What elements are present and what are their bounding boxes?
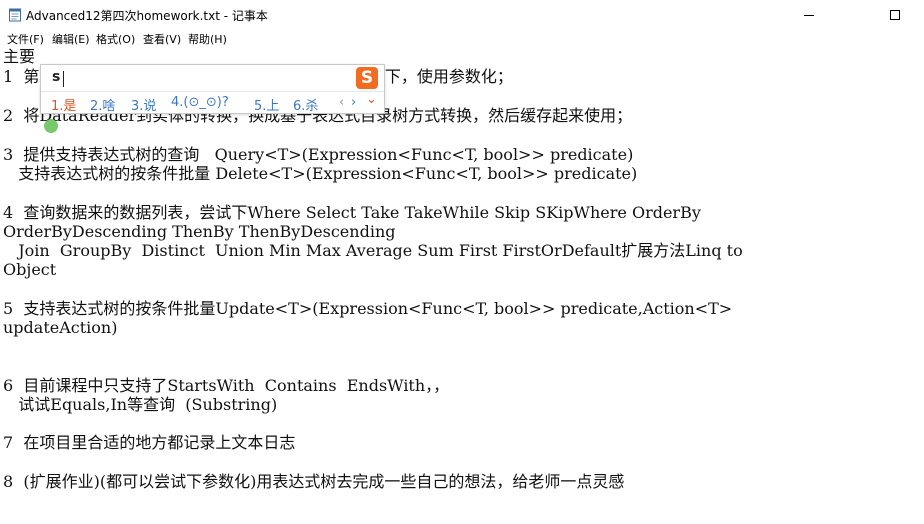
notepad-icon: [9, 8, 21, 22]
ime-candidate-window: s S 1.是 2.啥 3.说 4.(⊙_⊙)? 5.上 6.杀 ‹ › ⌄: [40, 64, 385, 114]
menu-format[interactable]: 格式(O): [96, 31, 135, 47]
text-line: 3 提供支持表达式树的查询 Query<T>(Expression<Func<T…: [3, 145, 634, 164]
ime-next-page-icon[interactable]: ›: [351, 95, 356, 110]
ime-composition-text: s: [52, 69, 61, 85]
text-line: Object: [3, 260, 57, 279]
ime-candidate[interactable]: 4.(⊙_⊙)?: [171, 95, 229, 110]
text-line: 4 查询数据来的数据列表，尝试下Where Select Take TakeWh…: [3, 203, 701, 222]
ime-candidate[interactable]: 6.杀: [293, 95, 318, 114]
sogou-logo-icon[interactable]: S: [356, 67, 378, 89]
text-line: 5 支持表达式树的按条件批量Update<T>(Expression<Func<…: [3, 299, 733, 318]
menu-edit[interactable]: 编辑(E): [52, 31, 90, 47]
text-line: 主要: [3, 47, 36, 66]
text-line: Join GroupBy Distinct Union Min Max Aver…: [3, 241, 743, 260]
text-line: 支持表达式树的按条件批量 Delete<T>(Expression<Func<T…: [3, 164, 638, 183]
text-line: OrderByDescending ThenBy ThenByDescendin…: [3, 222, 396, 241]
ime-candidate[interactable]: 5.上: [254, 95, 279, 114]
menu-view[interactable]: 查看(V): [143, 31, 181, 47]
mouse-cursor-indicator: [44, 119, 58, 133]
text-line: 试试Equals,In等查询 (Substring): [3, 395, 278, 414]
window-title: Advanced12第四次homework.txt - 记事本: [26, 9, 268, 23]
ime-prev-page-icon[interactable]: ‹: [339, 95, 344, 110]
menu-bar: 文件(F) 编辑(E) 格式(O) 查看(V) 帮助(H): [0, 30, 924, 46]
ime-caret: [63, 71, 64, 87]
text-line: 8 (扩展作业)(都可以尝试下参数化)用表达式树去完成一些自己的想法，给老师一点…: [3, 472, 625, 491]
ime-expand-icon[interactable]: ⌄: [366, 92, 377, 107]
text-line: updateAction): [3, 318, 118, 337]
ime-divider: [41, 91, 384, 92]
menu-help[interactable]: 帮助(H): [188, 31, 227, 47]
text-line: 6 目前课程中只支持了StartsWith Contains EndsWith，…: [3, 376, 450, 395]
title-bar: Advanced12第四次homework.txt - 记事本: [0, 0, 924, 30]
ime-candidate[interactable]: 3.说: [131, 95, 156, 114]
minimize-icon: [804, 15, 814, 16]
maximize-icon: [890, 10, 900, 20]
maximize-button[interactable]: [872, 0, 918, 30]
ime-candidate[interactable]: 2.啥: [90, 95, 115, 114]
ime-candidate[interactable]: 1.是: [51, 95, 76, 114]
menu-file[interactable]: 文件(F): [7, 31, 44, 47]
minimize-button[interactable]: [786, 0, 832, 30]
text-line: 7 在项目里合适的地方都记录上文本日志: [3, 433, 296, 452]
